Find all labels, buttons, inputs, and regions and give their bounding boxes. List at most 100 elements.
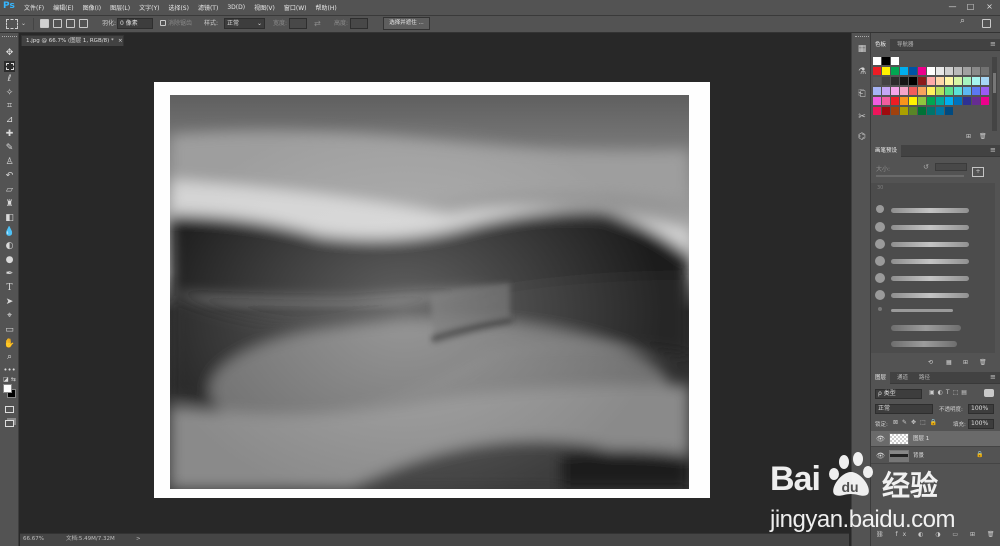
minimize-button[interactable]: — xyxy=(944,0,961,15)
color-swatch[interactable] xyxy=(981,67,989,75)
brush-preset-tip[interactable] xyxy=(875,222,885,232)
brush-tool-icon[interactable]: ✎ xyxy=(4,143,15,154)
color-swatch[interactable] xyxy=(954,97,962,105)
tool-presets-icon[interactable]: ✂ xyxy=(856,111,868,123)
dodge-tool-icon[interactable]: ◐ xyxy=(4,241,15,252)
delete-brush-icon[interactable]: 🗑 xyxy=(979,359,987,366)
close-tab-icon[interactable]: × xyxy=(118,36,123,46)
brush-preset-stroke[interactable] xyxy=(891,309,953,312)
tab-channels[interactable]: 通道 xyxy=(893,372,912,384)
color-swatch[interactable] xyxy=(900,67,908,75)
subtract-from-selection-icon[interactable] xyxy=(66,19,75,28)
color-swatch[interactable] xyxy=(972,67,980,75)
brush-preset-stroke[interactable] xyxy=(891,225,969,230)
antialias-checkbox[interactable] xyxy=(160,20,166,26)
color-swatch[interactable] xyxy=(891,97,899,105)
color-swatch[interactable] xyxy=(981,97,989,105)
color-swatch[interactable] xyxy=(945,77,953,85)
color-swatch[interactable] xyxy=(900,97,908,105)
color-swatch[interactable] xyxy=(972,77,980,85)
color-swatch[interactable] xyxy=(882,67,890,75)
color-swatch[interactable] xyxy=(882,107,890,115)
color-swatch[interactable] xyxy=(927,97,935,105)
width-input[interactable] xyxy=(289,18,307,29)
delete-swatch-icon[interactable]: 🗑 xyxy=(979,133,987,140)
color-swatch[interactable] xyxy=(873,67,881,75)
style-select[interactable]: 正常 ⌄ xyxy=(224,18,265,29)
color-swatch[interactable] xyxy=(963,87,971,95)
color-swatch[interactable] xyxy=(882,87,890,95)
foreground-color-swatch[interactable] xyxy=(3,384,12,393)
document-tab[interactable]: 1.jpg @ 66.7% (图层 1, RGB/8) * × xyxy=(21,35,124,46)
color-swatch[interactable] xyxy=(918,87,926,95)
history-brush-tool-icon[interactable]: ↶ xyxy=(4,171,15,182)
maximize-button[interactable]: □ xyxy=(962,0,979,15)
color-swatch[interactable] xyxy=(891,107,899,115)
layer-filter-icons[interactable]: ▣◐T⬚▤ xyxy=(929,389,970,396)
color-swatch[interactable] xyxy=(900,107,908,115)
color-swatch[interactable] xyxy=(918,77,926,85)
color-swatch[interactable] xyxy=(873,107,881,115)
more-tools-icon[interactable]: ••• xyxy=(3,365,15,376)
color-swatch[interactable] xyxy=(891,57,899,65)
preset-dropdown-chevron-icon[interactable]: ⌄ xyxy=(21,20,26,27)
swap-colors-icon[interactable]: ⇆ xyxy=(11,376,16,383)
intersect-selection-icon[interactable] xyxy=(79,19,88,28)
eyedropper-tool-icon[interactable]: ⊿ xyxy=(4,115,15,126)
color-swatch[interactable] xyxy=(891,67,899,75)
menu-filter[interactable]: 滤镜(T) xyxy=(198,3,218,12)
brush-preset-stroke[interactable] xyxy=(891,293,969,298)
menu-view[interactable]: 视图(V) xyxy=(254,3,275,12)
panel-menu-icon[interactable]: ≡ xyxy=(990,146,996,154)
color-swatch[interactable] xyxy=(909,77,917,85)
menu-type[interactable]: 文字(Y) xyxy=(139,3,159,12)
move-tool-icon[interactable]: ✥ xyxy=(4,48,15,59)
filter-toggle-icon[interactable] xyxy=(984,389,994,397)
tab-layers[interactable]: 图层 xyxy=(871,372,891,384)
brush-preset-tip[interactable] xyxy=(875,273,885,283)
color-swatch[interactable] xyxy=(927,87,935,95)
color-swatch[interactable] xyxy=(873,97,881,105)
new-swatch-icon[interactable]: ⊞ xyxy=(966,133,971,140)
lock-options-icons[interactable]: ⊠✎✥⬚🔒 xyxy=(893,419,941,426)
hand-tool-icon[interactable]: ✋ xyxy=(4,339,15,350)
panel-menu-icon[interactable]: ≡ xyxy=(990,40,996,48)
screen-mode-icon[interactable] xyxy=(4,418,15,429)
color-swatch[interactable] xyxy=(963,77,971,85)
swatch-scrollbar[interactable] xyxy=(992,57,997,131)
reset-size-icon[interactable]: ↺ xyxy=(923,163,929,171)
zoom-tool-icon[interactable]: ⌕ xyxy=(4,352,15,363)
color-swatch[interactable] xyxy=(918,107,926,115)
tab-swatches[interactable]: 色板 xyxy=(871,39,891,51)
height-input[interactable] xyxy=(350,18,368,29)
workspace-switcher-icon[interactable] xyxy=(982,19,991,28)
menu-edit[interactable]: 编辑(E) xyxy=(53,3,73,12)
layer-filter-select[interactable]: ρ 类型 xyxy=(875,389,922,399)
history-panel-icon[interactable]: ▦ xyxy=(856,43,868,55)
size-input[interactable] xyxy=(935,163,967,171)
rectangle-tool-icon[interactable]: ▭ xyxy=(4,325,15,336)
brush-list[interactable]: 30 xyxy=(871,183,995,353)
size-slider[interactable] xyxy=(876,175,964,177)
brush-preset-tip[interactable] xyxy=(878,307,882,311)
menu-image[interactable]: 图像(I) xyxy=(83,3,101,12)
new-selection-icon[interactable] xyxy=(40,19,49,28)
color-swatch[interactable] xyxy=(873,77,881,85)
marquee-tool-icon[interactable] xyxy=(4,61,15,72)
new-brush-icon[interactable]: ⊞ xyxy=(963,359,968,366)
pen-tool-icon[interactable]: ✒ xyxy=(4,269,15,280)
menu-window[interactable]: 窗口(W) xyxy=(284,3,307,12)
color-swatch[interactable] xyxy=(882,57,890,65)
color-swatch[interactable] xyxy=(963,67,971,75)
color-swatch[interactable] xyxy=(981,87,989,95)
lasso-tool-icon[interactable]: ℓ xyxy=(4,74,15,85)
color-swatch[interactable] xyxy=(891,87,899,95)
color-swatch[interactable] xyxy=(945,87,953,95)
color-swatch[interactable] xyxy=(873,87,881,95)
default-colors-icon[interactable]: ◪ xyxy=(3,376,9,383)
blur-tool-icon[interactable]: 💧 xyxy=(4,227,15,238)
brush-grid-icon[interactable]: ▦ xyxy=(946,359,952,366)
quick-mask-icon[interactable] xyxy=(4,404,15,415)
styles-panel-icon[interactable]: ⌬ xyxy=(856,131,868,143)
strip-grip[interactable] xyxy=(855,36,869,38)
